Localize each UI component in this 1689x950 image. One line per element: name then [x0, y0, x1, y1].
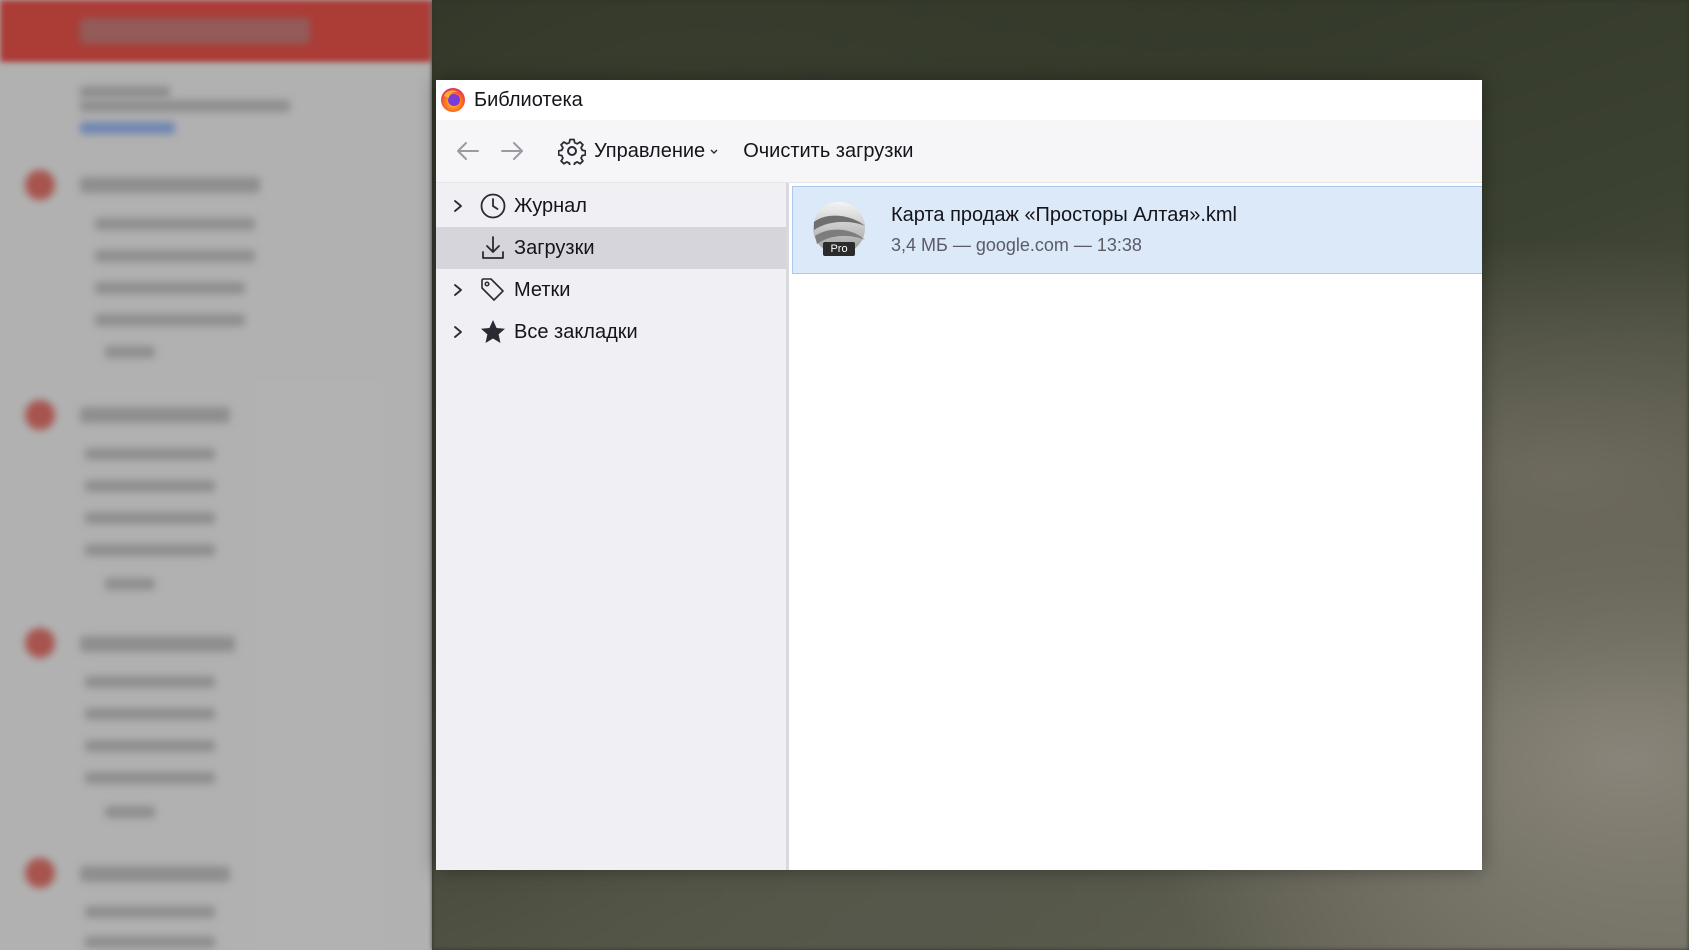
arrow-right-icon: [501, 142, 523, 160]
download-item[interactable]: Pro Карта продаж «Просторы Алтая».kml 3,…: [792, 186, 1482, 274]
firefox-icon: [440, 87, 466, 113]
star-icon: [478, 317, 508, 347]
forward-button[interactable]: [494, 133, 530, 169]
library-window: Библиотека Управление Очистить загрузки: [436, 80, 1482, 870]
sidebar-item-label: Метки: [514, 278, 571, 301]
gear-icon: [558, 138, 586, 165]
sidebar-item-label: Журнал: [514, 194, 587, 217]
sidebar-item-downloads[interactable]: Загрузки: [436, 227, 786, 269]
content-area: Журнал Загрузки Метки Все закладки Pro К…: [436, 183, 1482, 870]
chevron-right-icon[interactable]: [448, 325, 468, 339]
manage-button[interactable]: Управление: [554, 131, 723, 171]
window-title: Библиотека: [474, 88, 583, 111]
sidebar-item-label: Все закладки: [514, 320, 638, 343]
sidebar-item-all-bookmarks[interactable]: Все закладки: [436, 311, 786, 353]
google-earth-pro-icon: Pro: [811, 200, 871, 260]
sidebar-tree: Журнал Загрузки Метки Все закладки: [436, 183, 789, 870]
clear-downloads-button[interactable]: Очистить загрузки: [743, 140, 913, 163]
download-details: Карта продаж «Просторы Алтая».kml 3,4 МБ…: [891, 204, 1237, 256]
chevron-right-icon[interactable]: [448, 283, 468, 297]
pro-badge: Pro: [830, 243, 848, 255]
manage-label: Управление: [594, 139, 706, 162]
arrow-left-icon: [457, 142, 479, 160]
background-app-blurred: [0, 0, 432, 950]
back-button[interactable]: [450, 133, 486, 169]
sidebar-item-tags[interactable]: Метки: [436, 269, 786, 311]
chevron-down-icon: [710, 149, 718, 154]
title-bar: Библиотека: [436, 80, 1482, 120]
toolbar: Управление Очистить загрузки: [436, 120, 1482, 183]
chevron-right-icon[interactable]: [448, 199, 468, 213]
download-meta: 3,4 МБ — google.com — 13:38: [891, 235, 1142, 255]
clock-icon: [478, 191, 508, 221]
downloads-list: Pro Карта продаж «Просторы Алтая».kml 3,…: [789, 183, 1482, 870]
download-file-name: Карта продаж «Просторы Алтая».kml: [891, 204, 1237, 226]
sidebar-item-label: Загрузки: [514, 236, 595, 259]
sidebar-item-history[interactable]: Журнал: [436, 185, 786, 227]
tag-icon: [478, 275, 508, 305]
download-icon: [478, 233, 508, 263]
